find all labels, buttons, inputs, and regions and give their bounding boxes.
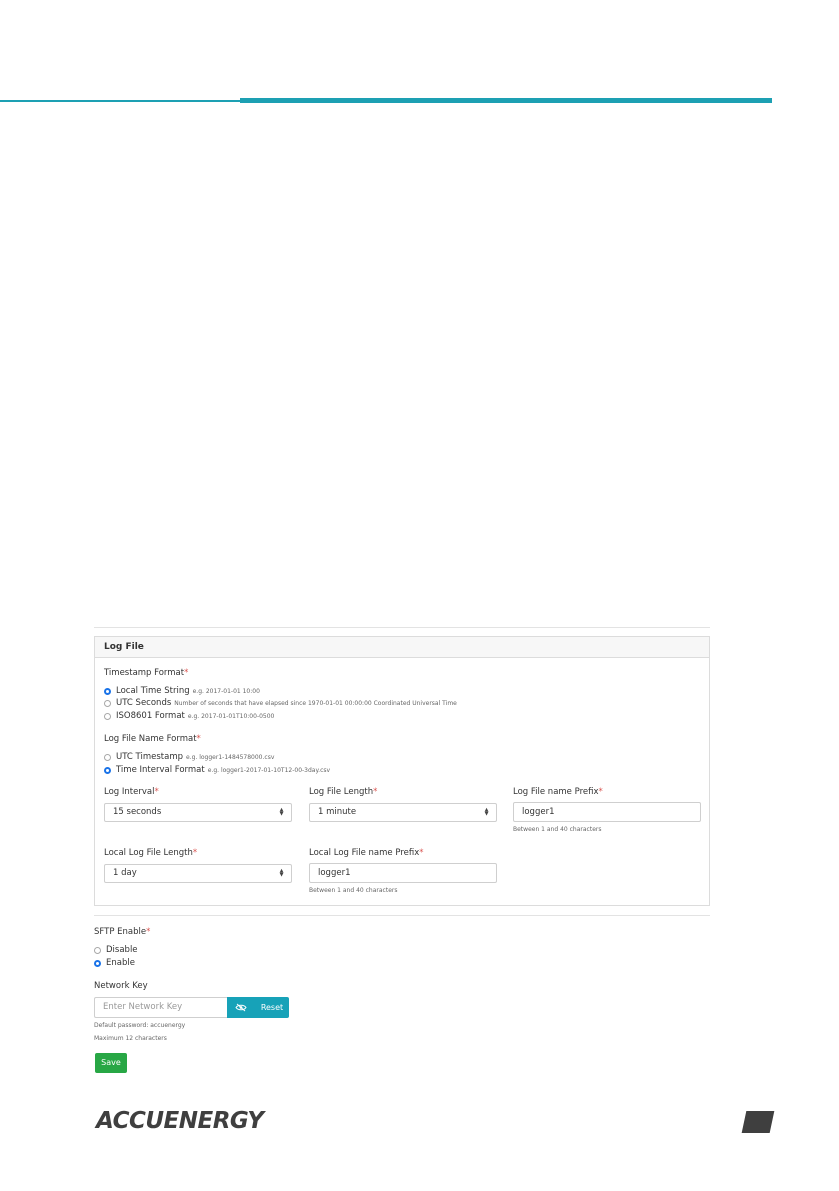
sort-caret-icon: ▲ ▼ (279, 868, 284, 878)
header-accent-bar (240, 98, 772, 103)
option-hint: e.g. 2017-01-01T10:00-0500 (187, 712, 275, 720)
accuenergy-logo: ACCUENERGY (96, 1108, 264, 1134)
local-log-file-length-label: Local Log File Length* (104, 848, 198, 858)
page-number-block (741, 1111, 775, 1133)
option-hint: e.g. 2017-01-01 10:00 (192, 687, 260, 695)
sort-caret-icon: ▲ ▼ (484, 807, 489, 817)
card-title: Log File (95, 637, 709, 658)
local-log-file-prefix-label: Local Log File name Prefix* (309, 848, 424, 858)
radio-iso8601[interactable]: ISO8601 Format e.g. 2017-01-01T10:00-050… (104, 710, 274, 722)
network-key-group: Enter Network Key Reset (94, 997, 289, 1018)
option-hint: e.g. logger1-2017-01-10T12-00-3day.csv (207, 766, 331, 774)
radio-utc-seconds[interactable]: UTC Seconds Number of seconds that have … (104, 697, 457, 709)
log-file-length-select[interactable]: 1 minute ▲ ▼ (309, 803, 497, 822)
radio-time-interval-format[interactable]: Time Interval Format e.g. logger1-2017-0… (104, 764, 330, 776)
log-file-prefix-input[interactable]: logger1 (513, 802, 701, 822)
sort-caret-icon: ▲ ▼ (279, 807, 284, 817)
file-name-format-label: Log File Name Format* (104, 734, 201, 744)
radio-indicator (104, 712, 111, 720)
log-file-prefix-label: Log File name Prefix* (513, 787, 603, 797)
selected-value: 1 minute (318, 807, 357, 817)
log-interval-label: Log Interval* (104, 787, 159, 797)
network-key-label: Network Key (94, 981, 148, 991)
reset-button[interactable]: Reset (255, 997, 289, 1018)
radio-indicator (104, 766, 111, 774)
option-label: ISO8601 Format (116, 711, 185, 721)
max-characters-hint: Maximum 12 characters (94, 1035, 167, 1042)
network-key-input[interactable]: Enter Network Key (94, 997, 227, 1018)
radio-indicator (104, 687, 111, 695)
timestamp-format-label: Timestamp Format* (104, 668, 189, 678)
section-divider (94, 915, 710, 916)
toggle-visibility-button[interactable] (227, 997, 255, 1018)
selected-value: 15 seconds (113, 807, 162, 817)
option-hint: Number of seconds that have elapsed sinc… (174, 699, 457, 707)
local-prefix-help-text: Between 1 and 40 characters (309, 887, 398, 894)
prefix-help-text: Between 1 and 40 characters (513, 826, 602, 833)
radio-indicator (104, 699, 111, 707)
option-label: UTC Seconds (116, 698, 172, 708)
selected-value: 1 day (113, 868, 137, 878)
log-file-length-label: Log File Length* (309, 787, 378, 797)
radio-local-time-string[interactable]: Local Time String e.g. 2017-01-01 10:00 (104, 685, 260, 697)
option-label: Enable (106, 958, 135, 968)
radio-indicator (94, 959, 101, 967)
radio-sftp-disable[interactable]: Disable (94, 944, 138, 956)
default-password-hint: Default password: accuenergy (94, 1022, 186, 1029)
save-button[interactable]: Save (95, 1053, 127, 1073)
header-rule (0, 100, 240, 102)
option-label: Time Interval Format (116, 765, 205, 775)
option-label: Local Time String (116, 686, 190, 696)
radio-utc-timestamp[interactable]: UTC Timestamp e.g. logger1-1484578000.cs… (104, 751, 274, 763)
option-label: Disable (106, 945, 138, 955)
radio-sftp-enable[interactable]: Enable (94, 957, 135, 969)
option-hint: e.g. logger1-1484578000.csv (186, 753, 275, 761)
eye-slash-icon (235, 1003, 247, 1012)
radio-indicator (104, 753, 111, 761)
radio-indicator (94, 946, 101, 954)
option-label: UTC Timestamp (116, 752, 183, 762)
local-log-file-length-select[interactable]: 1 day ▲ ▼ (104, 864, 292, 883)
sftp-enable-label: SFTP Enable* (94, 927, 151, 937)
section-divider (94, 627, 710, 628)
log-interval-select[interactable]: 15 seconds ▲ ▼ (104, 803, 292, 822)
local-log-file-prefix-input[interactable]: logger1 (309, 863, 497, 883)
